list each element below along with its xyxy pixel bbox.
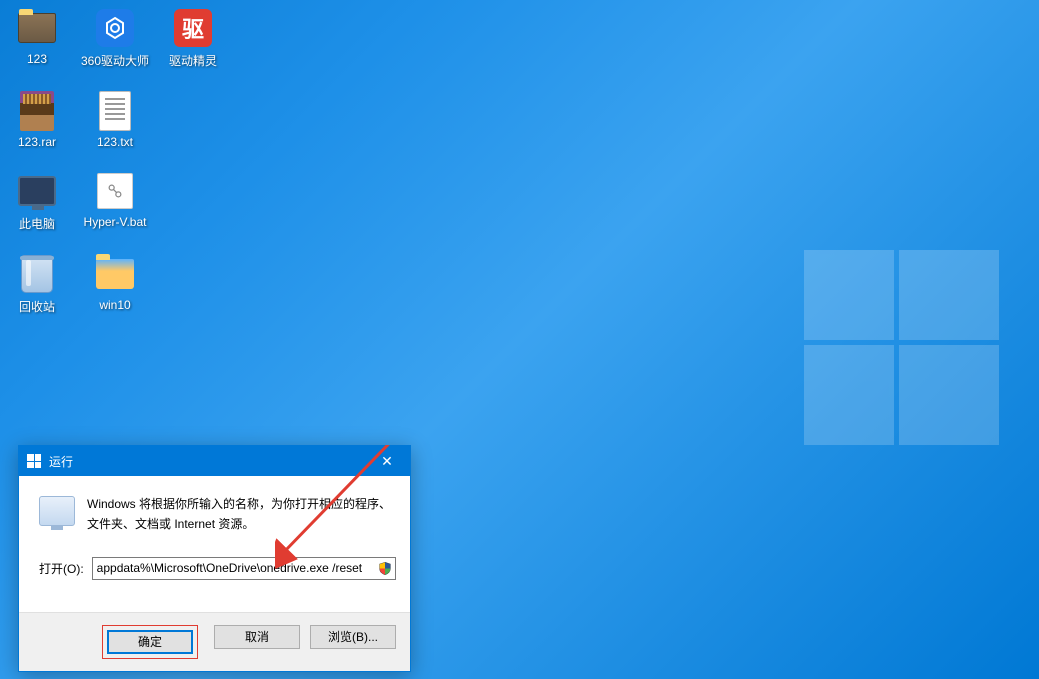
cancel-button[interactable]: 取消 [214,625,300,649]
desktop-icon-driver-genius[interactable]: 驱 驱动精灵 [168,8,218,69]
windows-logo-wallpaper [804,250,999,445]
desktop-area: 123 360驱动大师 驱 驱动精灵 123.rar 123.txt 此 [12,8,218,337]
desktop-icon-hyperv-bat[interactable]: Hyper-V.bat [90,171,140,232]
close-button[interactable]: ✕ [364,446,410,476]
driver-app-icon: 驱 [174,9,212,47]
desktop-icon-123-txt[interactable]: 123.txt [90,91,140,149]
folder-icon [18,13,56,43]
windows-icon [27,454,41,468]
ok-button[interactable]: 确定 [107,630,193,654]
desktop-icon-this-pc[interactable]: 此电脑 [12,171,62,232]
computer-icon [18,176,56,206]
open-label: 打开(O): [39,560,84,577]
run-dialog-icon [39,496,75,526]
title-bar[interactable]: 运行 ✕ [19,446,410,476]
rar-archive-icon [20,91,54,131]
desktop-icon-win10-folder[interactable]: win10 [90,254,140,315]
desktop-icon-folder-123[interactable]: 123 [12,8,62,69]
run-dialog: 运行 ✕ Windows 将根据你所输入的名称，为你打开相应的程序、文件夹、文档… [18,445,411,672]
browse-button[interactable]: 浏览(B)... [310,625,396,649]
gear-hex-icon [96,9,134,47]
annotation-highlight-box: 确定 [102,625,198,659]
desktop-icon-123-rar[interactable]: 123.rar [12,91,62,149]
dialog-description: Windows 将根据你所输入的名称，为你打开相应的程序、文件夹、文档或 Int… [87,494,396,535]
command-input[interactable] [92,557,396,580]
dialog-title: 运行 [49,453,73,470]
text-file-icon [99,91,131,131]
close-icon: ✕ [381,453,393,470]
batch-file-icon [97,173,133,209]
desktop-icon-recycle-bin[interactable]: 回收站 [12,254,62,315]
desktop-icon-360-driver[interactable]: 360驱动大师 [90,8,140,69]
dialog-footer: 确定 取消 浏览(B)... [19,612,410,671]
folder-icon [96,259,134,289]
recycle-bin-icon [21,255,53,293]
